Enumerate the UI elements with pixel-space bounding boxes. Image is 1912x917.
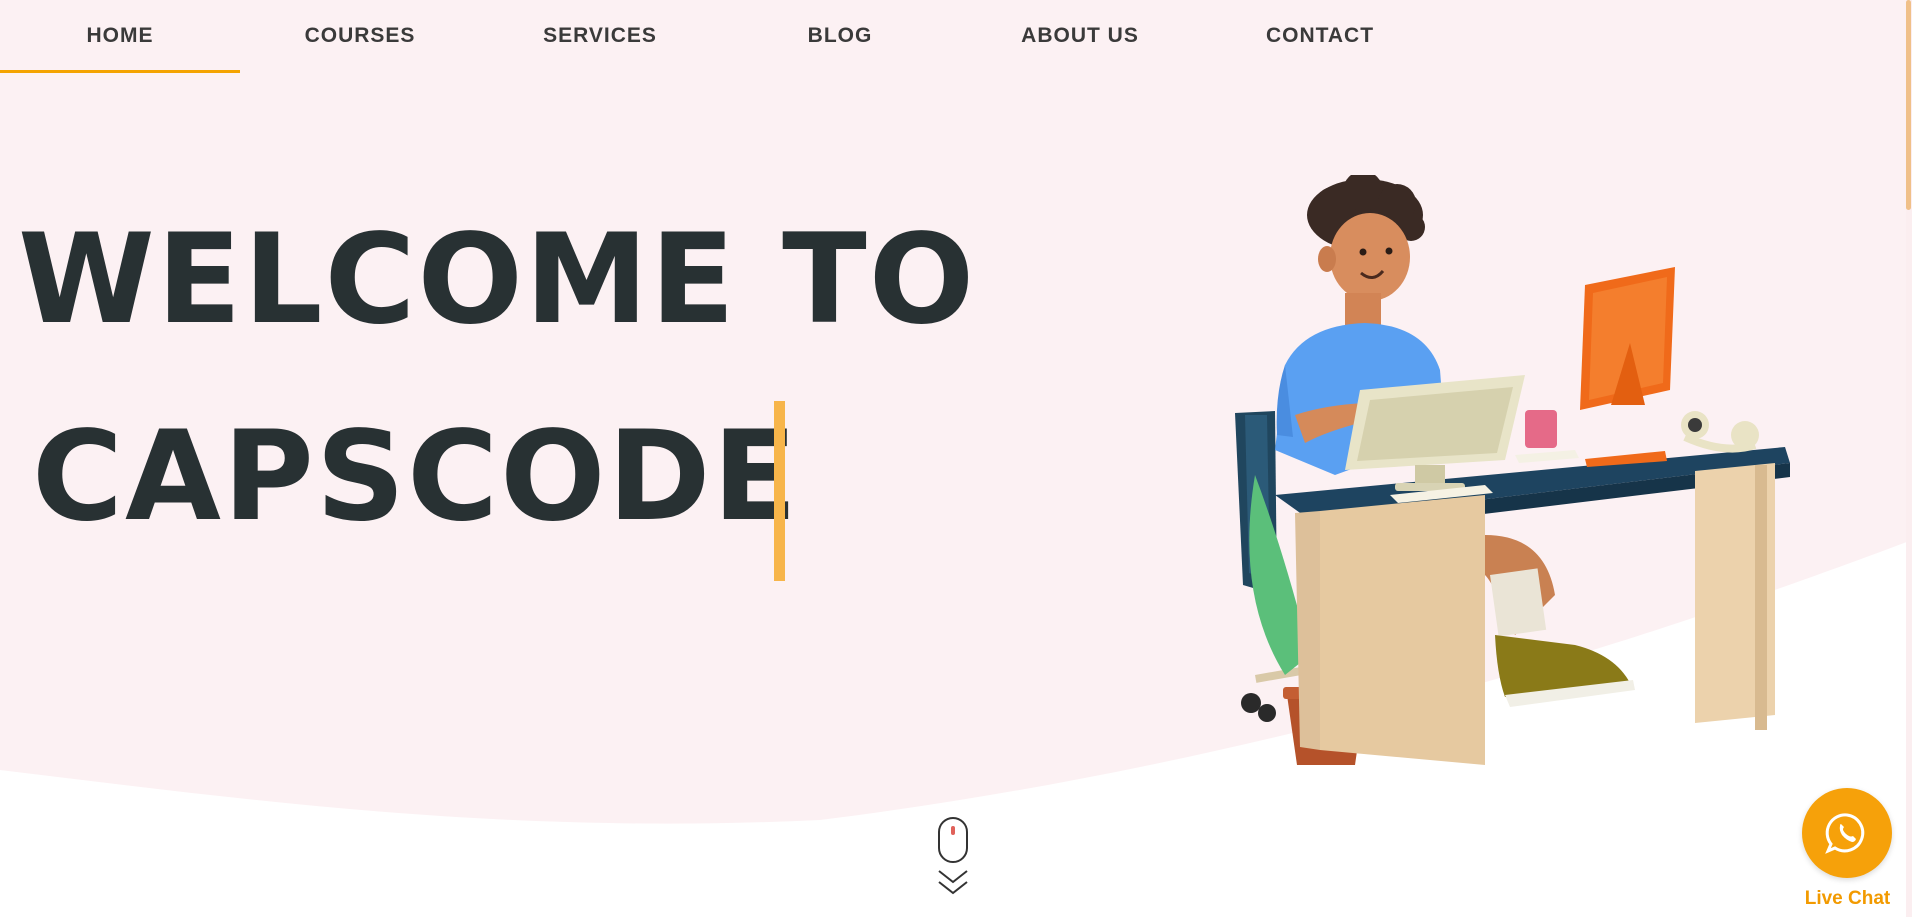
hero-headline-line-1: WELCOME TO [18,208,977,352]
nav-item-label: COURSES [304,23,416,47]
hero-headline-line-2: CAPSCODE [32,405,800,549]
scrollbar-thumb[interactable] [1906,0,1911,210]
nav-item-label: BLOG [807,23,873,47]
nav-item-label: HOME [86,23,154,47]
mouse-scroll-icon[interactable] [937,816,971,896]
nav-item-contact[interactable]: CONTACT [1200,0,1440,73]
nav-item-label: SERVICES [543,23,657,47]
whatsapp-icon [1825,813,1865,854]
typing-caret [774,401,785,581]
nav-item-courses[interactable]: COURSES [240,0,480,73]
nav-item-label: ABOUT US [1021,23,1139,47]
nav-item-about-us[interactable]: ABOUT US [960,0,1200,73]
nav-item-label: CONTACT [1265,23,1375,47]
page: HOME COURSES SERVICES BLOG ABOUT US CONT… [0,0,1912,917]
person-at-desk-illustration [1235,175,1790,765]
nav-item-home[interactable]: HOME [0,0,240,73]
live-chat-label: Live Chat [1804,888,1891,909]
whatsapp-button[interactable] [1802,788,1892,878]
main-nav: HOME COURSES SERVICES BLOG ABOUT US CONT… [0,0,1440,73]
nav-item-blog[interactable]: BLOG [720,0,960,73]
nav-item-services[interactable]: SERVICES [480,0,720,73]
live-chat-widget[interactable]: Live Chat [1800,788,1895,913]
